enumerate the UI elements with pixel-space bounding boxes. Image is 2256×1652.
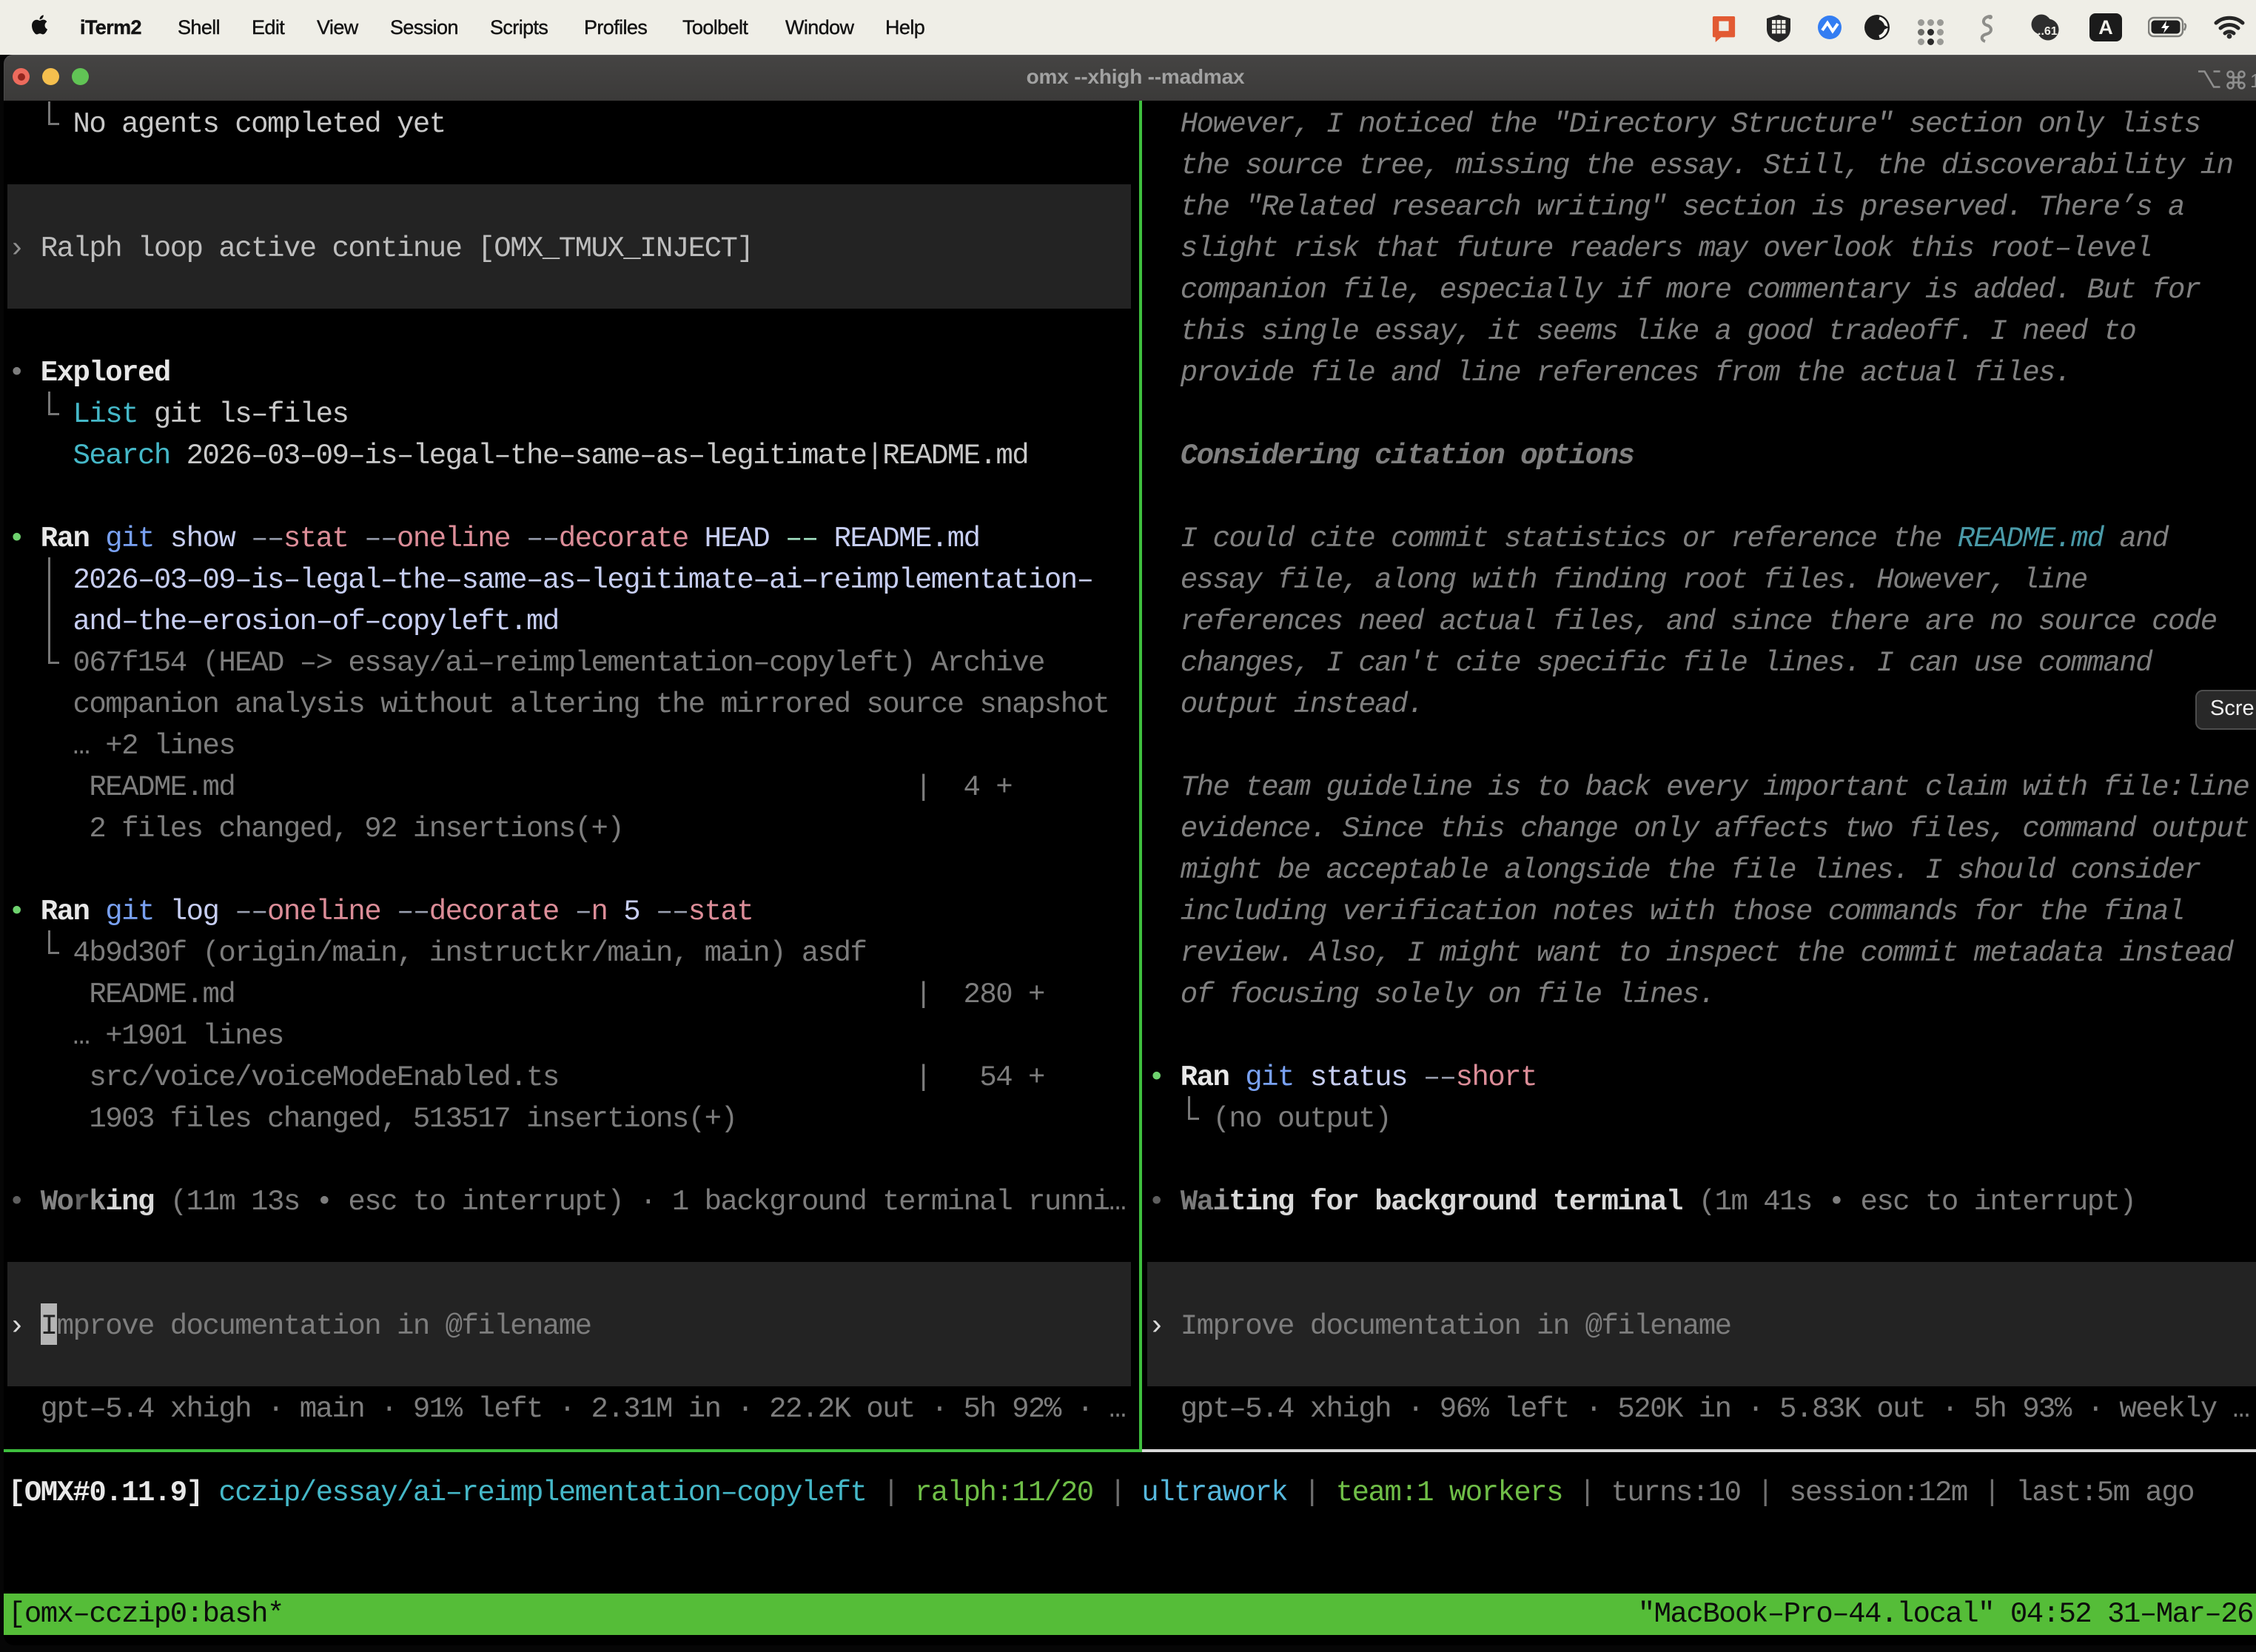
svg-text:1: 1 xyxy=(2250,70,2256,92)
svg-text:..61: ..61 xyxy=(2038,25,2058,38)
